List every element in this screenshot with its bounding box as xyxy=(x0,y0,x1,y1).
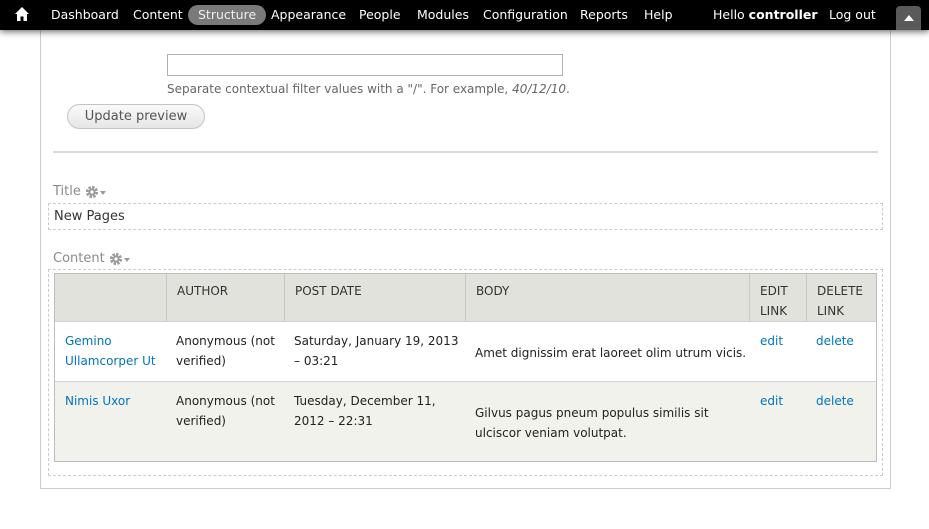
node-title-link[interactable]: Gemino Ullamcorper Ut xyxy=(65,334,156,368)
menu-item-people[interactable]: People xyxy=(359,0,401,30)
content-section-label: Content xyxy=(53,251,131,266)
column-header-title xyxy=(55,274,167,321)
content-label: Content xyxy=(53,251,105,266)
username-link[interactable]: controller xyxy=(749,7,818,22)
author-cell: Anonymous (not verified) xyxy=(176,334,275,368)
table-row: Nimis Uxor Anonymous (not verified) Tues… xyxy=(55,381,876,461)
title-label: Title xyxy=(53,184,81,199)
filter-desc-example: 40/12/10 xyxy=(512,82,566,96)
body-cell: Amet dignissim erat laoreet olim utrum v… xyxy=(475,346,747,360)
table-row: Gemino Ullamcorper Ut Anonymous (not ver… xyxy=(55,321,876,381)
menu-item-appearance[interactable]: Appearance xyxy=(271,0,346,30)
menu-item-configuration[interactable]: Configuration xyxy=(483,0,568,30)
caret-up-icon xyxy=(904,15,914,21)
filter-desc-prefix: Separate contextual filter values with a… xyxy=(167,82,513,96)
divider xyxy=(53,151,878,153)
edit-link[interactable]: edit xyxy=(760,334,783,348)
menu-item-modules[interactable]: Modules xyxy=(417,0,469,30)
update-preview-button[interactable]: Update preview xyxy=(67,104,205,129)
node-title-link[interactable]: Nimis Uxor xyxy=(65,394,130,408)
admin-toolbar: Dashboard Content Structure Appearance P… xyxy=(0,0,929,30)
menu-item-content[interactable]: Content xyxy=(133,0,183,30)
column-header-post-date: POST DATE xyxy=(285,274,466,321)
author-cell: Anonymous (not verified) xyxy=(176,394,275,428)
greeting: Hello controller xyxy=(713,0,818,30)
content-table: AUTHOR POST DATE BODY EDIT LINK DELETE L… xyxy=(54,273,877,462)
post-date-cell: Tuesday, December 11, 2012 – 22:31 xyxy=(294,394,436,428)
body-cell: Gilvus pagus pneum populus similis sit u… xyxy=(475,406,709,440)
column-header-author: AUTHOR xyxy=(167,274,285,321)
column-header-edit-link: EDIT LINK xyxy=(750,274,807,321)
menu-item-dashboard[interactable]: Dashboard xyxy=(51,0,119,30)
greeting-prefix: Hello xyxy=(713,7,749,22)
delete-link[interactable]: delete xyxy=(816,334,854,348)
filter-description: Separate contextual filter values with a… xyxy=(167,82,570,96)
gear-icon[interactable] xyxy=(109,252,131,266)
logout-link[interactable]: Log out xyxy=(829,0,876,30)
toolbar-toggle-button[interactable] xyxy=(896,6,921,30)
edit-link[interactable]: edit xyxy=(760,394,783,408)
filter-desc-suffix: . xyxy=(565,82,570,96)
menu-item-help[interactable]: Help xyxy=(644,0,673,30)
column-header-delete-link: DELETE LINK xyxy=(807,274,876,321)
column-header-body: BODY xyxy=(466,274,750,321)
title-section-label: Title xyxy=(53,184,107,199)
post-date-cell: Saturday, January 19, 2013 – 03:21 xyxy=(294,334,459,368)
home-icon[interactable] xyxy=(14,6,30,22)
view-title: New Pages xyxy=(54,209,125,224)
menu-item-structure[interactable]: Structure xyxy=(188,5,267,25)
contextual-filter-input[interactable] xyxy=(167,54,563,76)
gear-icon[interactable] xyxy=(85,185,107,199)
delete-link[interactable]: delete xyxy=(816,394,854,408)
title-area xyxy=(48,203,883,230)
menu-item-reports[interactable]: Reports xyxy=(580,0,628,30)
